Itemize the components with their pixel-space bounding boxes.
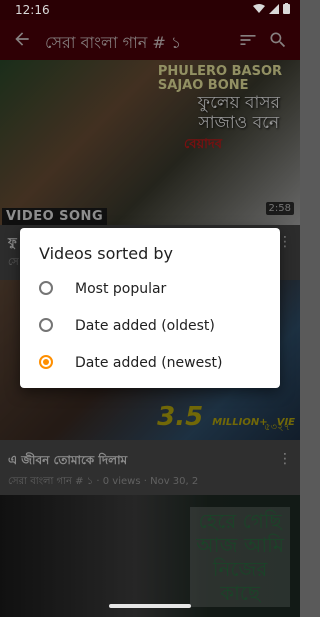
status-icons (253, 3, 290, 14)
option-label: Date added (newest) (75, 355, 223, 371)
dialog-title: Videos sorted by (39, 244, 173, 263)
signal-icon (269, 3, 279, 14)
sort-dialog: Videos sorted by Most popular Date added… (20, 228, 280, 388)
option-label: Most popular (75, 281, 167, 297)
radio-button[interactable] (39, 318, 53, 332)
status-time: 12:16 (15, 3, 50, 17)
status-bar: 12:16 (0, 0, 300, 20)
gesture-nav-handle[interactable] (109, 604, 191, 608)
sort-option-date-oldest[interactable]: Date added (oldest) (20, 308, 280, 344)
option-label: Date added (oldest) (75, 318, 215, 334)
sort-option-date-newest[interactable]: Date added (newest) (20, 345, 280, 381)
battery-icon (283, 3, 290, 14)
wifi-icon (253, 3, 265, 13)
radio-button[interactable] (39, 281, 53, 295)
radio-button-selected[interactable] (39, 355, 53, 369)
sort-option-most-popular[interactable]: Most popular (20, 271, 280, 307)
